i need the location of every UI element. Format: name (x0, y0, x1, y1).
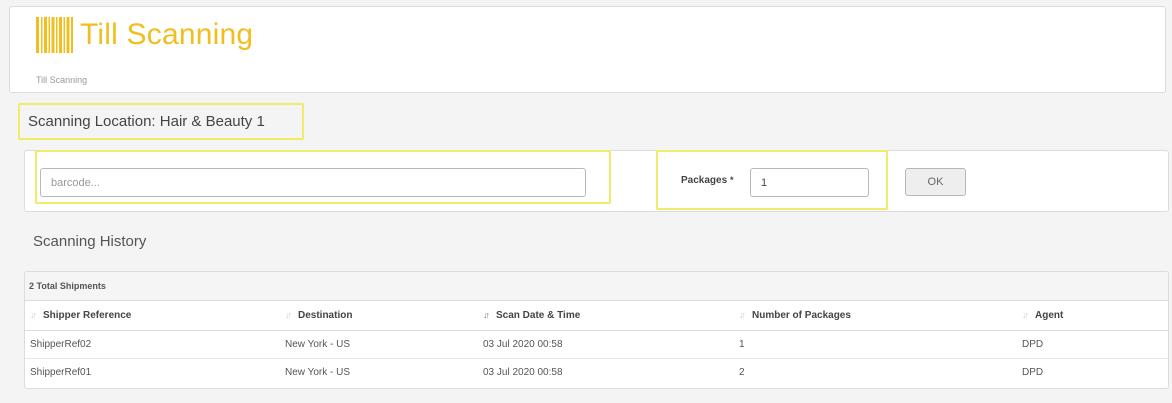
scanning-location-label: Scanning Location: Hair & Beauty 1 (18, 103, 304, 140)
cell-scan-date-time: 03 Jul 2020 00:58 (478, 330, 734, 359)
cell-scan-date-time: 03 Jul 2020 00:58 (483, 366, 563, 378)
column-header-scan-date-time[interactable]: ↓↑ Scan Date & Time (478, 301, 734, 331)
shipments-table-card: 2 Total Shipments ↓↑ Shipper Reference ↓↑… (24, 271, 1169, 389)
sort-icon: ↓↑ (1022, 309, 1029, 320)
cell-agent: DPD (1022, 366, 1044, 378)
cell-number-of-packages: 1 (734, 330, 1017, 359)
table-row[interactable]: ShipperRef01 New York - US 03 Jul 2020 0… (25, 358, 1168, 386)
column-header-destination[interactable]: ↓↑ Destination (280, 301, 478, 331)
breadcrumb[interactable]: Till Scanning (36, 75, 87, 85)
app-logo: Till Scanning (36, 17, 253, 53)
packages-input[interactable] (750, 168, 869, 197)
cell-destination: New York - US (280, 330, 478, 359)
cell-shipper-reference: ShipperRef02 (25, 330, 280, 359)
packages-label-text: Packages (681, 175, 728, 186)
page-header: Till Scanning Till Scanning (9, 6, 1166, 93)
barcode-input[interactable] (40, 168, 586, 197)
column-label: Number of Packages (752, 309, 851, 321)
scanning-history-title: Scanning History (33, 233, 147, 250)
sort-icon: ↓↑ (30, 309, 37, 320)
cell-number-of-packages: 2 (739, 366, 745, 378)
column-header-agent[interactable]: ↓↑ Agent (1017, 301, 1168, 331)
cell-shipper-reference: ShipperRef01 (30, 366, 92, 378)
total-shipments: 2 Total Shipments (25, 272, 1168, 301)
column-label: Destination (298, 309, 353, 321)
sort-icon: ↓↑ (739, 309, 746, 320)
barcode-icon (36, 17, 73, 53)
required-mark: * (729, 175, 734, 185)
column-label: Agent (1035, 309, 1064, 321)
cell-destination: New York - US (285, 366, 351, 378)
sort-icon: ↓↑ (285, 309, 292, 320)
cell-agent: DPD (1017, 330, 1168, 359)
packages-label: Packages * (681, 175, 733, 186)
table-row[interactable]: ShipperRef02 New York - US 03 Jul 2020 0… (25, 330, 1168, 359)
column-header-number-of-packages[interactable]: ↓↑ Number of Packages (734, 301, 1017, 331)
ok-button[interactable]: OK (905, 168, 966, 196)
column-label: Scan Date & Time (496, 309, 581, 321)
shipments-table: ↓↑ Shipper Reference ↓↑ Destination ↓↑ Scan… (25, 301, 1168, 386)
column-header-shipper-reference[interactable]: ↓↑ Shipper Reference (25, 301, 280, 331)
column-label: Shipper Reference (43, 309, 132, 321)
table-header-row: ↓↑ Shipper Reference ↓↑ Destination ↓↑ Scan… (25, 301, 1168, 331)
sort-desc-icon: ↓↑ (483, 309, 490, 320)
app-title: Till Scanning (80, 18, 254, 51)
